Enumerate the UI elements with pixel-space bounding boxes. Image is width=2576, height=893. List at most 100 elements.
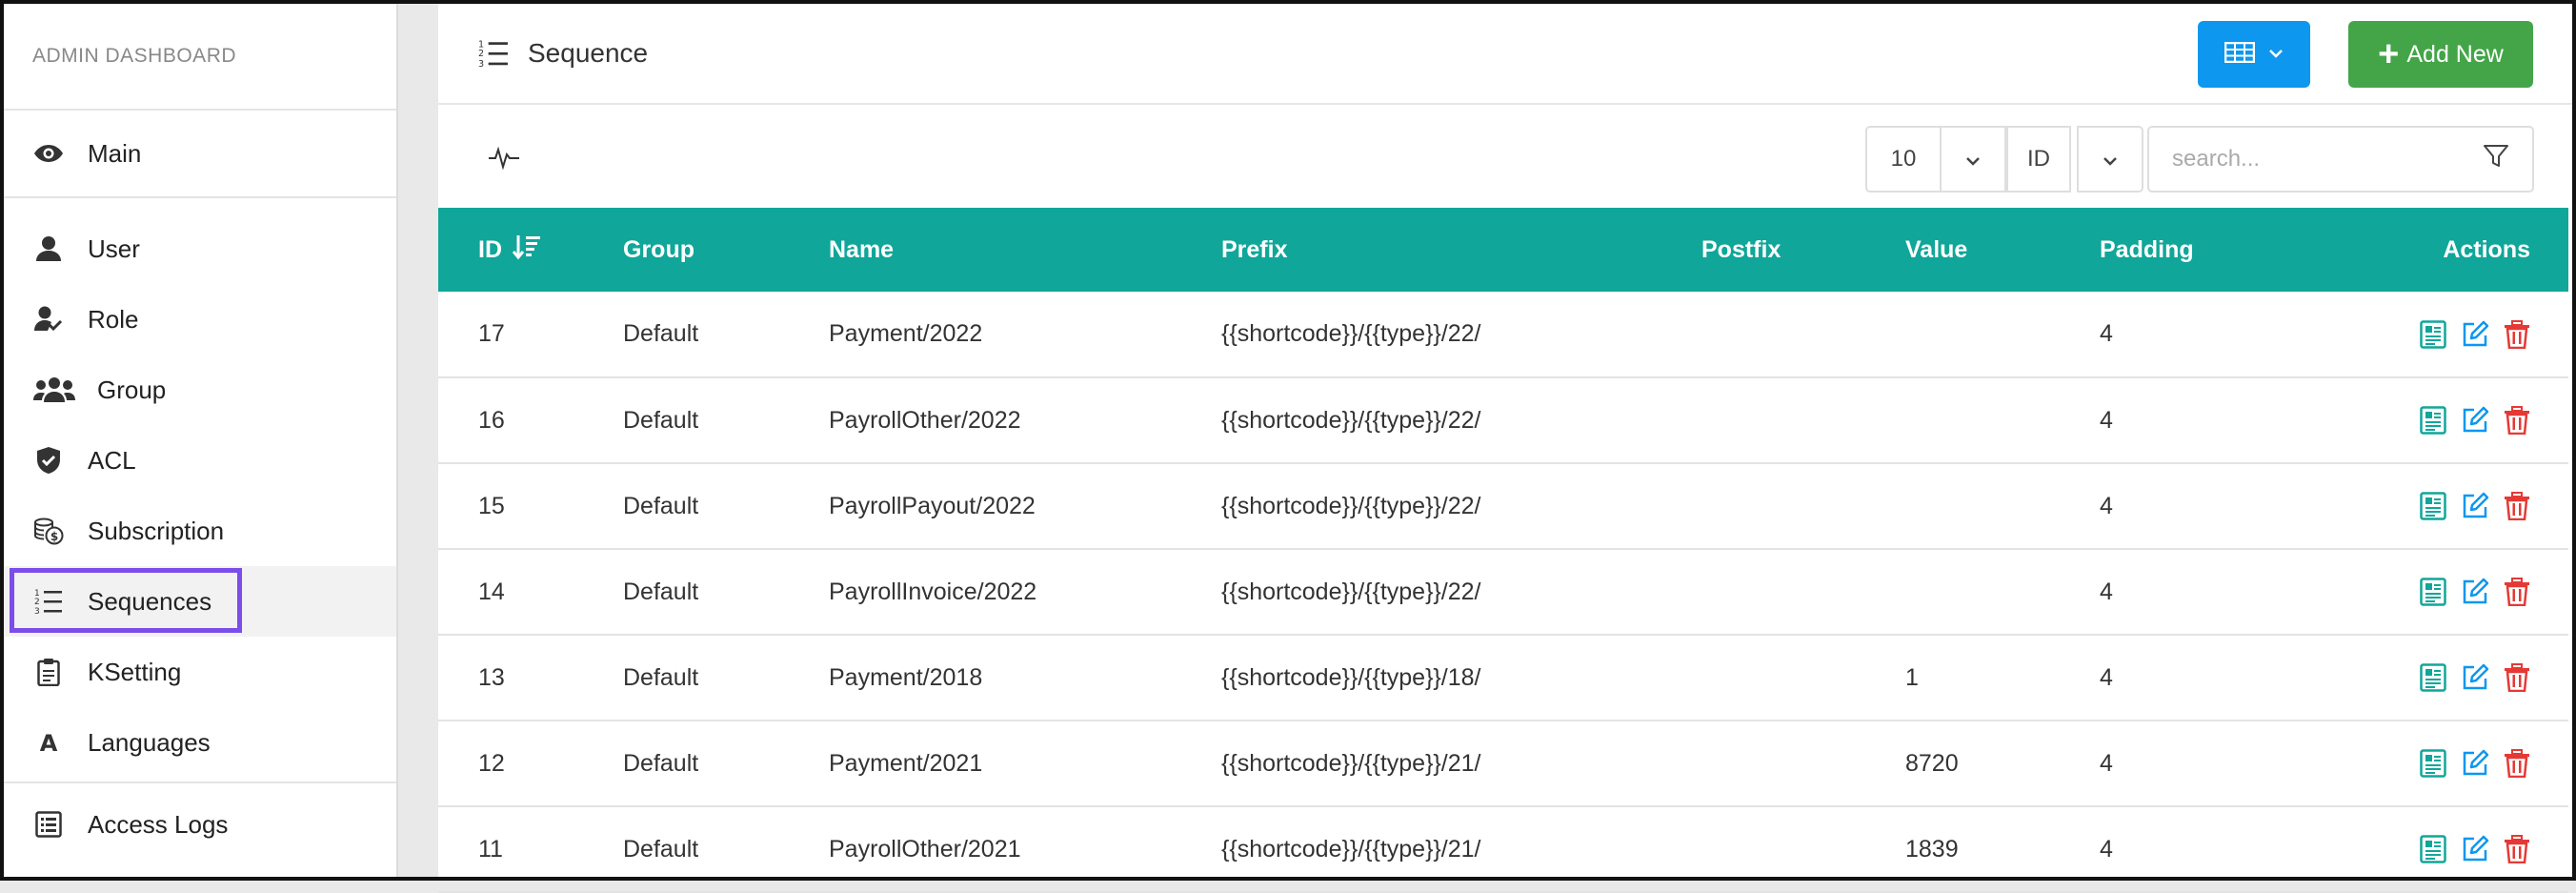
sidebar-item-role[interactable]: Role <box>4 284 396 355</box>
plus-icon: + <box>2378 34 2400 74</box>
sidebar-item-label: Languages <box>88 727 211 757</box>
view-details-icon[interactable] <box>2420 578 2446 606</box>
table-row[interactable]: 15 Default PayrollPayout/2022 {{shortcod… <box>438 463 2568 549</box>
cell-id: 17 <box>478 320 505 347</box>
sidebar-item-main[interactable]: Main <box>4 118 396 189</box>
svg-text:3: 3 <box>478 59 484 69</box>
cell-padding: 4 <box>2100 492 2113 519</box>
sidebar-item-user[interactable]: User <box>4 213 396 284</box>
table-row[interactable]: 14 Default PayrollInvoice/2022 {{shortco… <box>438 549 2568 635</box>
delete-icon[interactable] <box>2504 749 2530 779</box>
view-details-icon[interactable] <box>2420 749 2446 778</box>
page-size-dropdown[interactable] <box>1940 126 2006 193</box>
table-toolbar: 10 ID search... <box>438 105 2572 208</box>
sidebar-item-label: User <box>88 233 140 263</box>
table-row[interactable]: 11 Default PayrollOther/2021 {{shortcode… <box>438 806 2568 892</box>
user-check-icon <box>32 303 65 335</box>
users-icon <box>32 374 76 406</box>
sidebar-item-label: Subscription <box>88 516 225 545</box>
cell-group: Default <box>623 406 699 434</box>
letter-a-icon: A <box>32 726 65 759</box>
sidebar-item-group[interactable]: Group <box>4 355 396 425</box>
sidebar-item-access-logs[interactable]: Access Logs <box>4 789 396 860</box>
cell-group: Default <box>623 578 699 605</box>
cell-name: Payment/2022 <box>829 320 983 347</box>
edit-icon[interactable] <box>2461 320 2489 349</box>
cell-value <box>1905 292 2100 377</box>
cell-padding: 4 <box>2100 749 2113 777</box>
cell-id: 15 <box>478 492 505 519</box>
delete-icon[interactable] <box>2504 663 2530 693</box>
cell-value: 1 <box>1905 663 1919 691</box>
column-header-group[interactable]: Group <box>623 208 829 292</box>
edit-icon[interactable] <box>2461 835 2489 863</box>
cell-postfix <box>1701 292 1905 377</box>
table-row[interactable]: 17 Default Payment/2022 {{shortcode}}/{{… <box>438 292 2568 377</box>
cell-id: 14 <box>478 578 505 605</box>
sidebar-item-acl[interactable]: ACL <box>4 425 396 496</box>
sidebar-item-label: Group <box>97 375 167 404</box>
view-details-icon[interactable] <box>2420 492 2446 520</box>
cell-padding: 4 <box>2100 578 2113 605</box>
column-header-actions: Actions <box>2443 235 2530 263</box>
active-highlight <box>10 568 242 633</box>
chevron-down-icon <box>2103 146 2118 173</box>
cell-prefix: {{shortcode}}/{{type}}/22/ <box>1221 406 1481 434</box>
edit-icon[interactable] <box>2461 749 2489 778</box>
view-toggle-button[interactable] <box>2198 21 2310 88</box>
sidebar-item-subscription[interactable]: $ Subscription <box>4 496 396 566</box>
sidebar-item-label: Main <box>88 138 142 168</box>
sidebar-item-sequences[interactable]: 123 Sequences <box>4 566 396 637</box>
search-input[interactable]: search... <box>2147 126 2534 193</box>
add-new-button[interactable]: + Add New <box>2348 21 2533 88</box>
view-details-icon[interactable] <box>2420 835 2446 863</box>
sidebar-item-label: KSetting <box>88 657 182 686</box>
cell-prefix: {{shortcode}}/{{type}}/21/ <box>1221 749 1481 777</box>
filter-icon[interactable] <box>2483 144 2509 175</box>
cell-name: PayrollOther/2022 <box>829 406 1021 434</box>
table-row[interactable]: 16 Default PayrollOther/2022 {{shortcode… <box>438 377 2568 463</box>
column-header-name[interactable]: Name <box>829 208 1221 292</box>
table-icon <box>2224 41 2256 68</box>
cell-prefix: {{shortcode}}/{{type}}/22/ <box>1221 578 1481 605</box>
view-details-icon[interactable] <box>2420 663 2446 692</box>
edit-icon[interactable] <box>2461 578 2489 606</box>
column-header-id[interactable]: ID <box>438 208 623 292</box>
cell-prefix: {{shortcode}}/{{type}}/22/ <box>1221 320 1481 347</box>
cell-value: 8720 <box>1905 749 1959 777</box>
cell-postfix <box>1701 720 1905 806</box>
column-header-value[interactable]: Value <box>1905 208 2100 292</box>
svg-text:A: A <box>40 730 58 755</box>
cell-actions <box>2319 377 2568 463</box>
sidebar: ADMIN DASHBOARD Main User Role Group ACL… <box>4 4 398 877</box>
delete-icon[interactable] <box>2504 578 2530 607</box>
delete-icon[interactable] <box>2504 319 2530 349</box>
activity-icon[interactable] <box>488 145 520 174</box>
page-size-select[interactable]: 10 <box>1865 126 1942 193</box>
page-header: 123 Sequence + Add New <box>438 4 2572 105</box>
edit-icon[interactable] <box>2461 492 2489 520</box>
sidebar-item-languages[interactable]: A Languages <box>4 707 396 778</box>
column-header-postfix[interactable]: Postfix <box>1701 208 1905 292</box>
delete-icon[interactable] <box>2504 406 2530 436</box>
cell-actions <box>2319 549 2568 635</box>
edit-icon[interactable] <box>2461 663 2489 692</box>
table-row[interactable]: 12 Default Payment/2021 {{shortcode}}/{{… <box>438 720 2568 806</box>
column-header-prefix[interactable]: Prefix <box>1221 208 1701 292</box>
sidebar-item-ksetting[interactable]: KSetting <box>4 637 396 707</box>
delete-icon[interactable] <box>2504 492 2530 521</box>
clipboard-icon <box>32 656 65 688</box>
table-row[interactable]: 13 Default Payment/2018 {{shortcode}}/{{… <box>438 635 2568 720</box>
cell-postfix <box>1701 806 1905 892</box>
cell-actions <box>2319 635 2568 720</box>
delete-icon[interactable] <box>2504 835 2530 864</box>
edit-icon[interactable] <box>2461 406 2489 435</box>
sequence-table: ID Group Name Prefix Postfix Value Paddi… <box>438 208 2568 893</box>
column-header-padding[interactable]: Padding <box>2100 208 2319 292</box>
sidebar-item-label: Role <box>88 304 139 334</box>
sort-field-dropdown[interactable] <box>2077 126 2143 193</box>
view-details-icon[interactable] <box>2420 319 2446 349</box>
sort-field-select[interactable]: ID <box>2006 126 2071 193</box>
view-details-icon[interactable] <box>2420 406 2446 435</box>
cell-postfix <box>1701 463 1905 549</box>
